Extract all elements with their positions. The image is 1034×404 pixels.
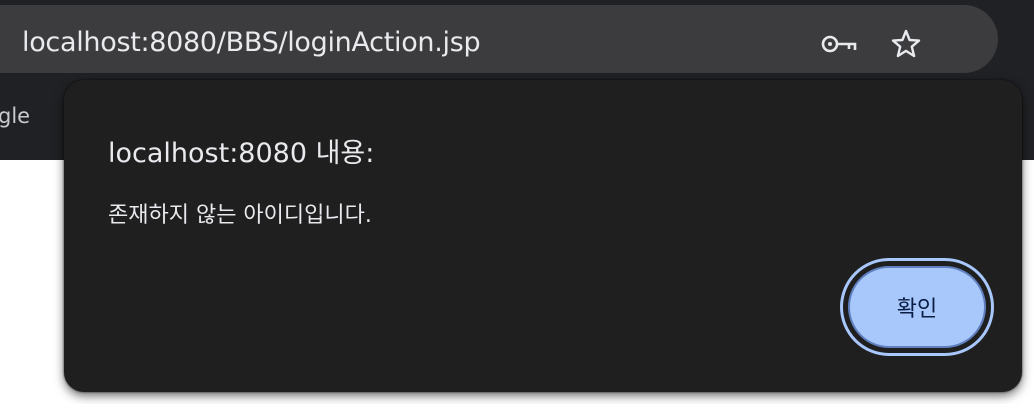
key-icon[interactable] <box>820 30 860 58</box>
bookmark-item[interactable]: gle <box>0 104 30 128</box>
star-icon[interactable] <box>889 27 923 61</box>
address-bar[interactable]: localhost:8080/BBS/loginAction.jsp <box>0 5 998 73</box>
dialog-message: 존재하지 않는 아이디입니다. <box>108 203 372 228</box>
dialog-title: localhost:8080 내용: <box>108 138 375 169</box>
ok-button[interactable]: 확인 <box>840 258 994 356</box>
ok-button-label[interactable]: 확인 <box>848 266 986 348</box>
url-text[interactable]: localhost:8080/BBS/loginAction.jsp <box>22 25 481 61</box>
alert-dialog: localhost:8080 내용: 존재하지 않는 아이디입니다. 확인 <box>64 80 1022 392</box>
